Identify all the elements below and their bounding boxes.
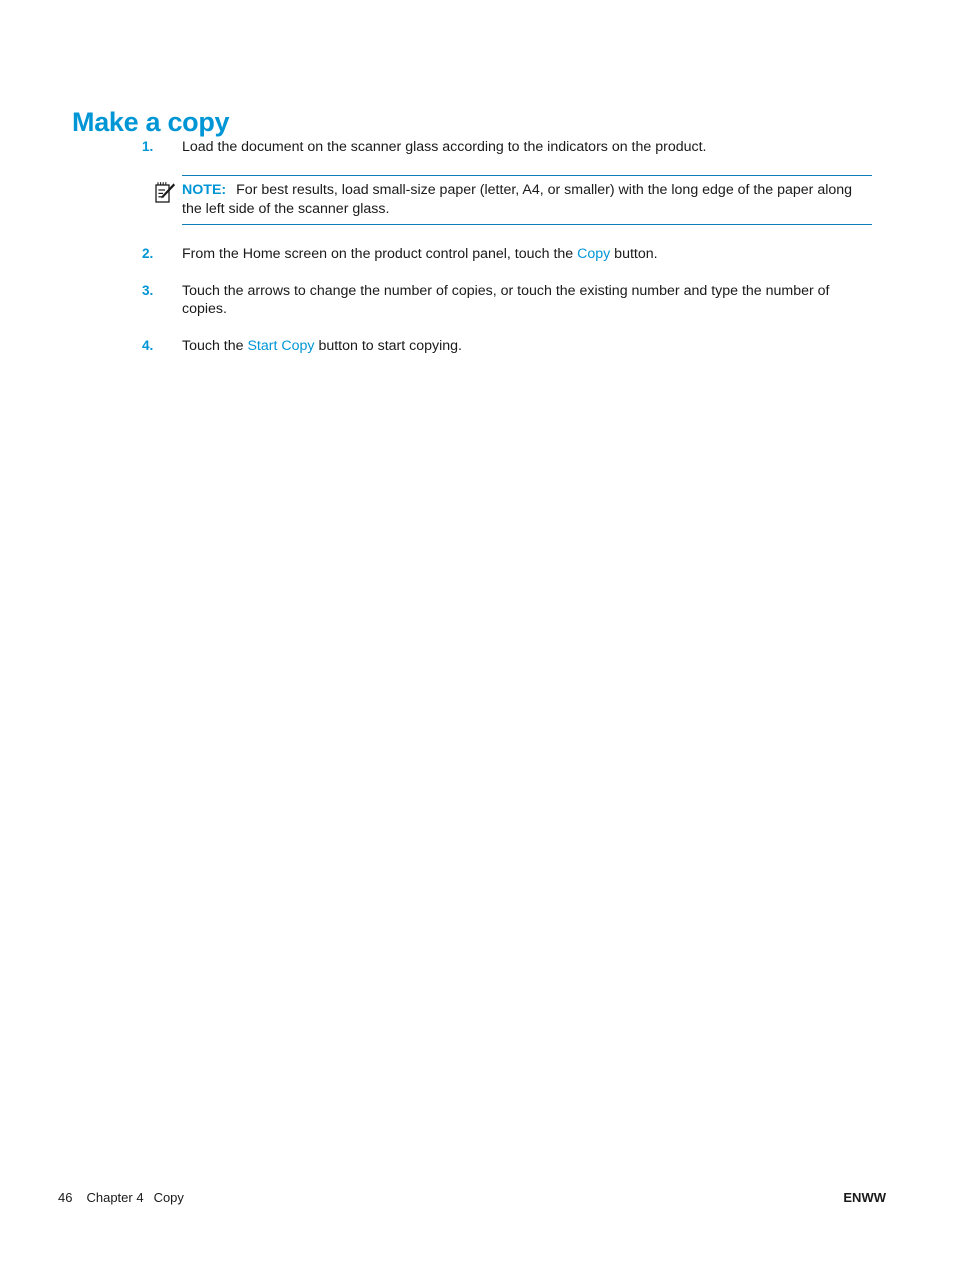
document-page: Make a copy 1. Load the document on the … bbox=[0, 0, 954, 1270]
step-text: Load the document on the scanner glass a… bbox=[182, 139, 707, 155]
list-item: 4. Touch the Start Copy button to start … bbox=[142, 337, 872, 356]
footer-page-number: 46 bbox=[58, 1190, 73, 1205]
note-label: NOTE: bbox=[182, 181, 227, 198]
footer-right: ENWW bbox=[843, 1190, 886, 1205]
list-item: 1. Load the document on the scanner glas… bbox=[142, 138, 872, 157]
page-footer: 46 Chapter 4 Copy ENWW bbox=[0, 1190, 954, 1214]
note-admonition: NOTE: For best results, load small-size p… bbox=[142, 174, 872, 225]
step-number: 2. bbox=[142, 245, 154, 261]
step-number: 4. bbox=[142, 338, 154, 353]
list-item: 2. From the Home screen on the product c… bbox=[142, 245, 872, 264]
step-text: Touch the Start Copy button to start cop… bbox=[182, 337, 872, 356]
note-body: NOTE: For best results, load small-size p… bbox=[182, 181, 872, 219]
procedure-steps-list: 1. Load the document on the scanner glas… bbox=[142, 138, 872, 374]
footer-chapter: Chapter 4 bbox=[86, 1190, 144, 1205]
list-item: 3. Touch the arrows to change the number… bbox=[142, 282, 872, 319]
ui-term-start-copy: Start Copy bbox=[247, 338, 315, 354]
step-text-after: button to start copying. bbox=[314, 338, 462, 354]
note-text: For best results, load small-size paper … bbox=[182, 181, 853, 217]
step-text-after: button. bbox=[610, 245, 658, 262]
step-text: From the Home screen on the product cont… bbox=[182, 245, 872, 264]
step-text: Touch the arrows to change the number of… bbox=[182, 282, 830, 318]
step-number: 3. bbox=[142, 282, 154, 298]
note-pencil-icon bbox=[154, 181, 176, 205]
step-number: 1. bbox=[142, 139, 154, 154]
footer-left: 46 Chapter 4 Copy bbox=[58, 1190, 184, 1205]
step-text-before: Touch the bbox=[182, 338, 248, 354]
footer-section: Copy bbox=[153, 1190, 184, 1205]
note-body-rules: NOTE: For best results, load small-size p… bbox=[182, 174, 872, 225]
ui-term-copy: Copy bbox=[577, 245, 611, 262]
page-title: Make a copy bbox=[72, 107, 230, 138]
step-text-before: From the Home screen on the product cont… bbox=[182, 245, 578, 262]
